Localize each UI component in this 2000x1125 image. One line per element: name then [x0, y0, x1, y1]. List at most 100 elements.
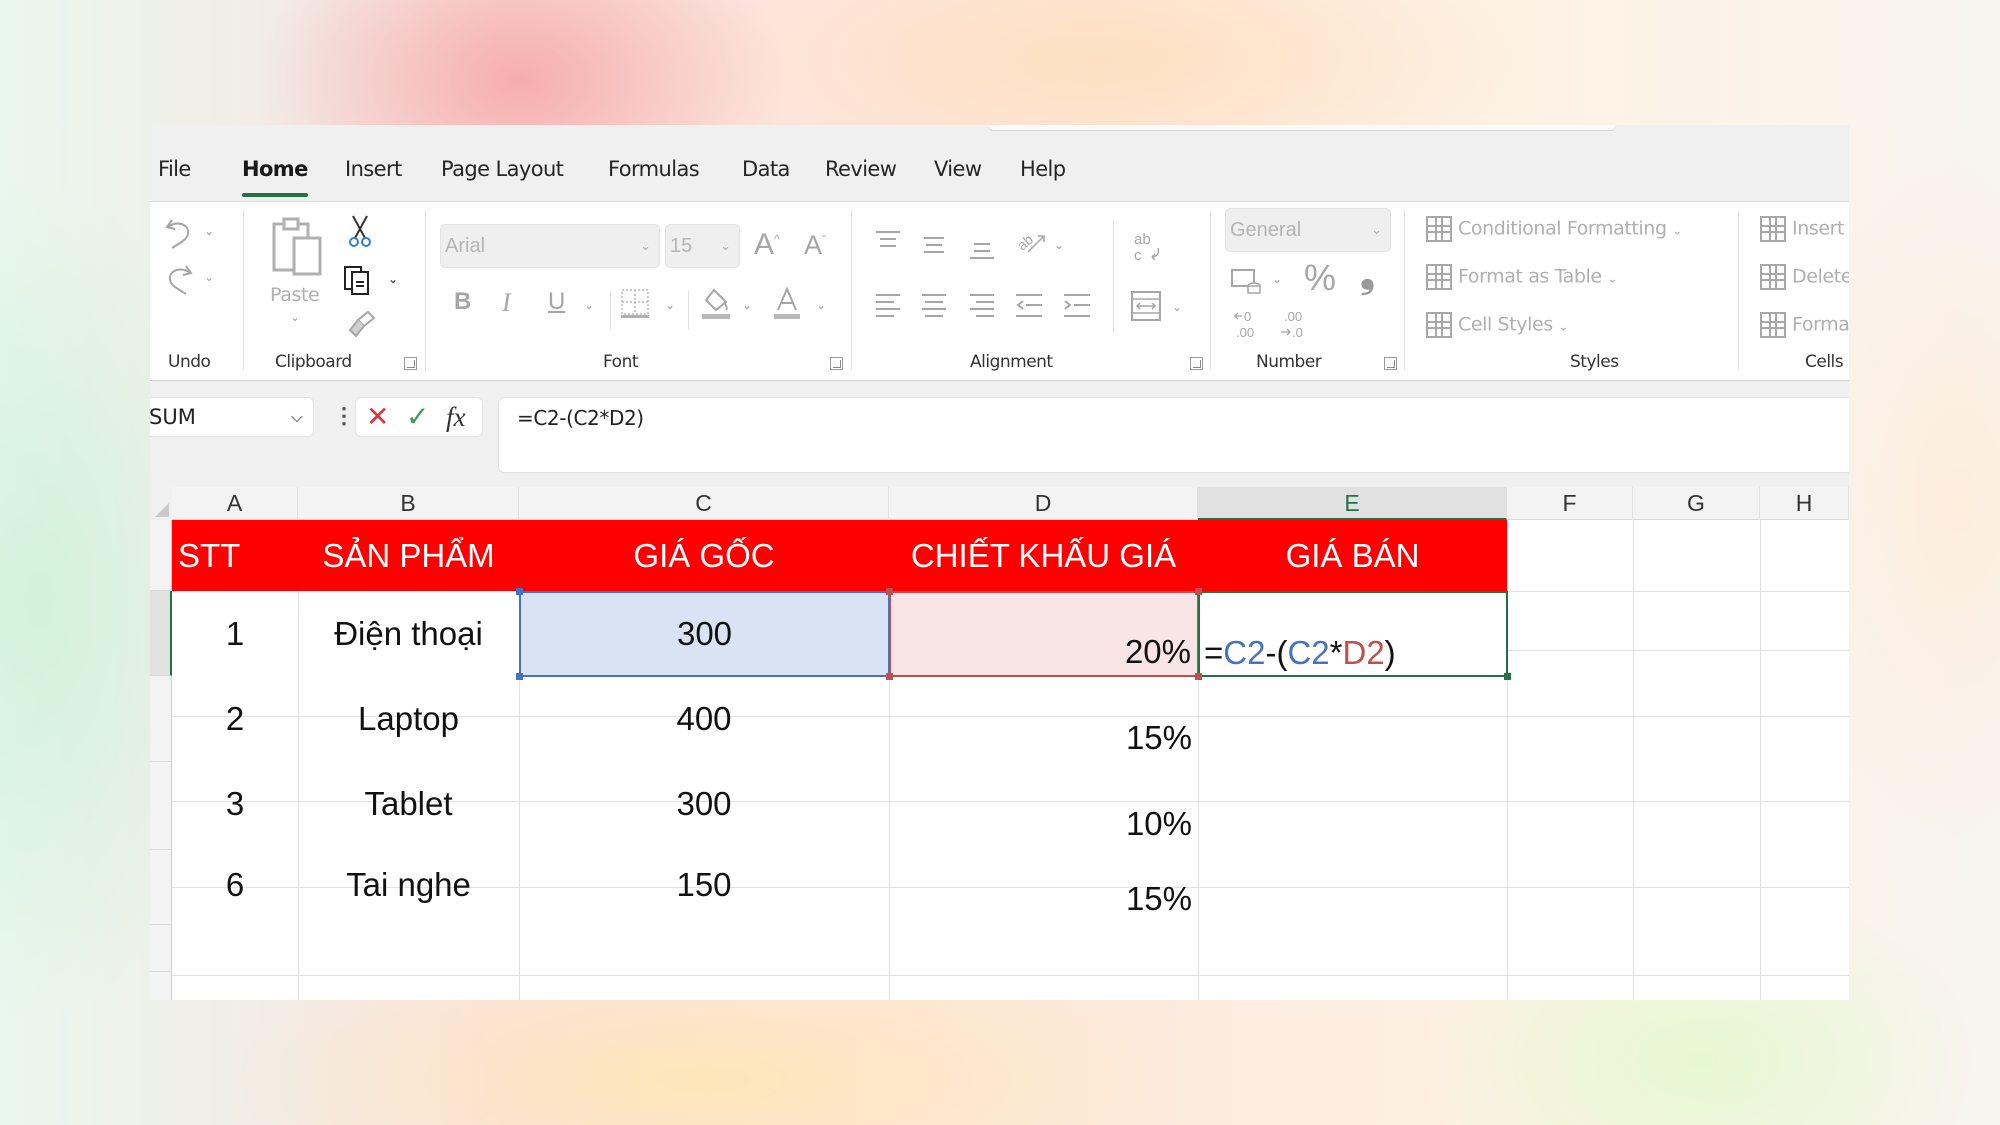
tab-home[interactable]: Home: [242, 157, 308, 197]
tab-data[interactable]: Data: [742, 157, 790, 181]
copy-icon[interactable]: [342, 264, 372, 296]
cell-a4[interactable]: 3: [172, 761, 298, 847]
cell-b3[interactable]: Laptop: [298, 677, 519, 761]
bold-button[interactable]: B: [454, 290, 471, 314]
column-header-c[interactable]: C: [519, 487, 889, 520]
align-bottom-icon[interactable]: [968, 238, 996, 260]
cell-e2-editing[interactable]: = C2 -(C2 * D2): [1198, 591, 1508, 677]
column-header-e[interactable]: E: [1198, 487, 1507, 520]
redo-icon[interactable]: [164, 262, 194, 296]
font-shrink-icon[interactable]: Aˇ: [804, 232, 826, 259]
cell-b5[interactable]: Tai nghe: [298, 847, 519, 922]
insert-cells-button[interactable]: Insert: [1760, 216, 1845, 242]
borders-icon[interactable]: [620, 288, 650, 320]
cell-d4[interactable]: 10%: [889, 761, 1198, 847]
redo-dropdown-icon[interactable]: ⌄: [204, 270, 214, 284]
insert-function-icon[interactable]: fx: [446, 402, 466, 432]
row-header[interactable]: [150, 762, 172, 850]
cell-styles-button[interactable]: Cell Styles ⌄: [1426, 312, 1568, 338]
tab-help[interactable]: Help: [1020, 157, 1066, 181]
conditional-formatting-button[interactable]: Conditional Formatting ⌄: [1426, 216, 1682, 242]
text-orientation-icon[interactable]: ab: [1014, 226, 1048, 256]
alignment-launcher-icon[interactable]: [1190, 357, 1203, 370]
font-color-icon[interactable]: [772, 286, 802, 320]
cell-c5[interactable]: 150: [519, 847, 889, 922]
accounting-format-icon[interactable]: [1230, 266, 1262, 296]
font-name-combo[interactable]: Arial ⌄: [440, 224, 660, 268]
cell-b2[interactable]: Điện thoại: [298, 591, 519, 676]
clipboard-launcher-icon[interactable]: [404, 357, 417, 370]
font-launcher-icon[interactable]: [830, 357, 843, 370]
cell-e1[interactable]: GIÁ BÁN: [1198, 520, 1507, 591]
font-grow-icon[interactable]: A^: [754, 230, 780, 260]
font-size-combo[interactable]: 15 ⌄: [665, 224, 740, 268]
range-handle[interactable]: [886, 588, 893, 595]
wrap-text-icon[interactable]: ab c: [1132, 230, 1162, 266]
merge-center-icon[interactable]: [1130, 290, 1162, 322]
percent-style-button[interactable]: %: [1304, 260, 1336, 296]
row-header[interactable]: [150, 925, 172, 972]
increase-indent-icon[interactable]: [1062, 292, 1092, 318]
tab-insert[interactable]: Insert: [345, 157, 402, 181]
cell-d2-referenced[interactable]: 20%: [889, 591, 1199, 677]
formula-input[interactable]: =C2-(C2*D2): [498, 397, 1849, 473]
column-header-g[interactable]: G: [1633, 487, 1760, 520]
scissors-icon[interactable]: [348, 214, 372, 248]
cancel-icon[interactable]: ✕: [366, 402, 389, 432]
tab-review[interactable]: Review: [825, 157, 897, 181]
tab-view[interactable]: View: [934, 157, 982, 181]
cell-c2-referenced[interactable]: 300: [519, 591, 890, 677]
italic-button[interactable]: I: [502, 290, 511, 316]
align-left-icon[interactable]: [874, 292, 902, 318]
font-color-dropdown-icon[interactable]: ⌄: [816, 298, 826, 312]
cell-a2[interactable]: 1: [172, 591, 298, 676]
cell-a5[interactable]: 6: [172, 847, 298, 922]
cell-d5[interactable]: 15%: [889, 847, 1198, 922]
column-header-f[interactable]: F: [1507, 487, 1633, 520]
range-handle[interactable]: [1195, 588, 1202, 595]
format-as-table-button[interactable]: Format as Table ⌄: [1426, 264, 1617, 290]
decrease-decimal-icon[interactable]: .00.0: [1278, 307, 1310, 341]
orientation-dropdown-icon[interactable]: ⌄: [1054, 238, 1064, 252]
cell-a1[interactable]: STT: [172, 520, 298, 591]
tab-formulas[interactable]: Formulas: [608, 157, 700, 181]
column-header-b[interactable]: B: [298, 487, 519, 520]
align-center-icon[interactable]: [920, 292, 948, 318]
enter-check-icon[interactable]: ✓: [406, 402, 429, 432]
cell-b4[interactable]: Tablet: [298, 761, 519, 847]
paintbrush-icon[interactable]: [346, 310, 376, 340]
undo-dropdown-icon[interactable]: ⌄: [204, 224, 214, 238]
row-header[interactable]: [150, 850, 172, 925]
align-right-icon[interactable]: [968, 292, 996, 318]
fill-handle[interactable]: [1504, 673, 1511, 680]
cell-b1[interactable]: SẢN PHẨM: [298, 520, 519, 591]
cell-a3[interactable]: 2: [172, 677, 298, 761]
copy-dropdown-icon[interactable]: ⌄: [388, 272, 398, 286]
row-header[interactable]: [150, 520, 172, 591]
fill-color-icon[interactable]: [700, 286, 732, 320]
tab-page-layout[interactable]: Page Layout: [441, 157, 564, 181]
paste-label[interactable]: Paste: [270, 284, 320, 306]
undo-icon[interactable]: [164, 216, 194, 250]
decrease-indent-icon[interactable]: [1014, 292, 1044, 318]
row-header[interactable]: [150, 676, 172, 762]
name-box[interactable]: SUM ⌵: [150, 397, 314, 437]
more-options-icon[interactable]: ⋮: [333, 403, 355, 429]
align-middle-icon[interactable]: [920, 234, 948, 256]
search-box-edge[interactable]: [988, 125, 1616, 131]
delete-cells-button[interactable]: Delete: [1760, 264, 1849, 290]
increase-decimal-icon[interactable]: 0.00: [1232, 307, 1264, 341]
select-all-button[interactable]: [150, 487, 172, 520]
underline-button[interactable]: U: [548, 290, 565, 314]
comma-style-button[interactable]: ❟: [1360, 256, 1375, 294]
cell-c4[interactable]: 300: [519, 761, 889, 847]
paste-dropdown-icon[interactable]: ⌄: [290, 310, 300, 324]
range-handle[interactable]: [516, 588, 523, 595]
accounting-dropdown-icon[interactable]: ⌄: [1272, 272, 1282, 286]
align-top-icon[interactable]: [874, 230, 902, 252]
cell-c3[interactable]: 400: [519, 677, 889, 761]
paste-icon[interactable]: [270, 216, 324, 278]
column-header-d[interactable]: D: [889, 487, 1198, 520]
number-launcher-icon[interactable]: [1384, 357, 1397, 370]
column-header-a[interactable]: A: [172, 487, 298, 520]
